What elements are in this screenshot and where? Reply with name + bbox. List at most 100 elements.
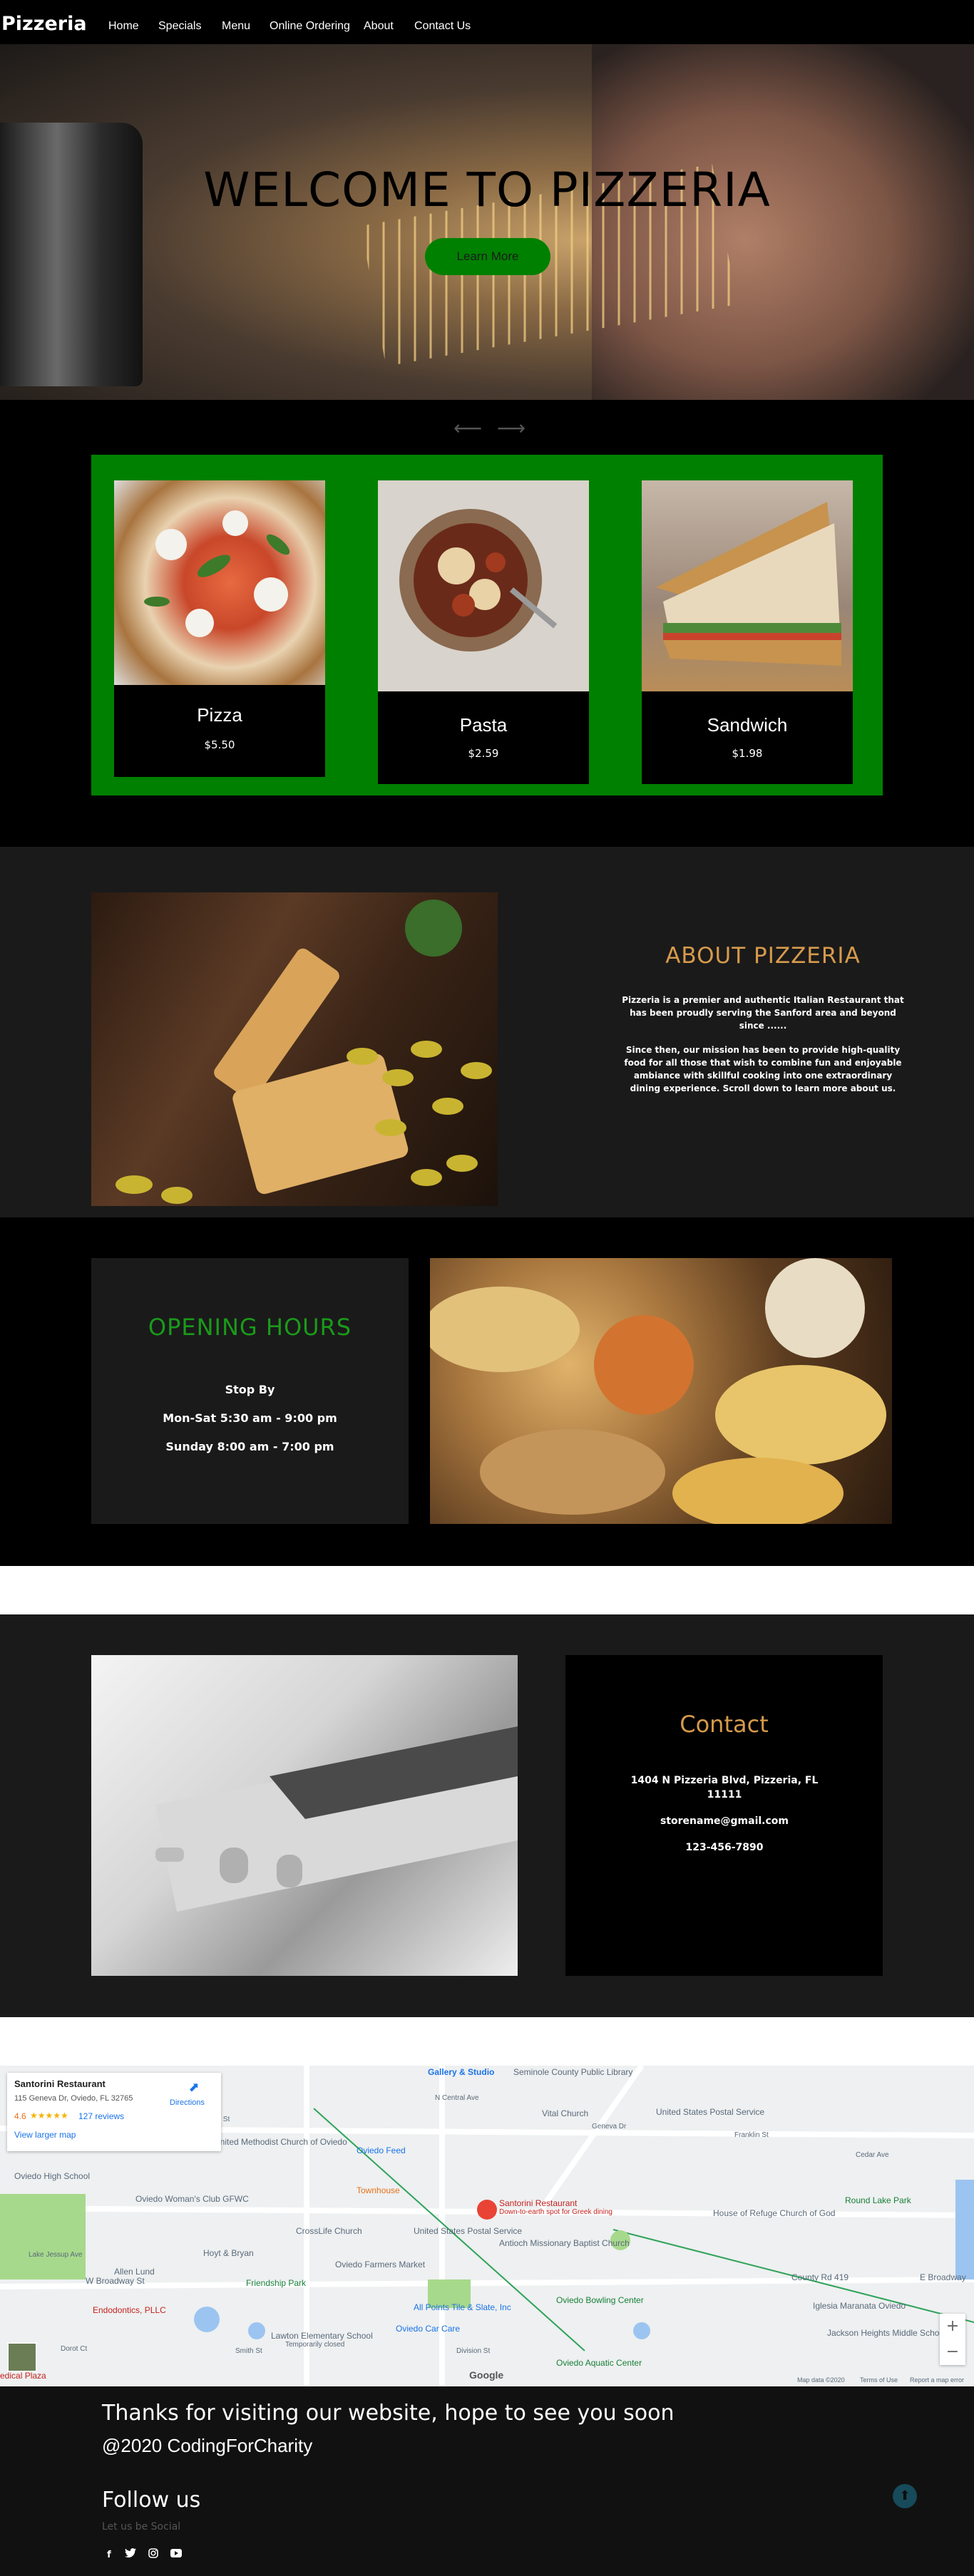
twitter-icon[interactable] xyxy=(123,2548,138,2562)
product-price: $2.59 xyxy=(468,747,499,760)
pizza-toppings-icon xyxy=(144,510,290,637)
social-subtitle: Let us be Social xyxy=(102,2521,181,2533)
about-paragraph-1: Pizzeria is a premier and authentic Ital… xyxy=(622,995,904,1031)
map-label: N Central Ave xyxy=(435,2094,479,2102)
map-label: Oviedo Woman's Club GFWC xyxy=(135,2194,249,2204)
instagram-icon[interactable] xyxy=(146,2548,160,2562)
map-label: Oviedo Aquatic Center xyxy=(556,2358,642,2368)
map-label: Franklin St xyxy=(734,2131,769,2139)
about-paragraph-2: Since then, our mission has been to prov… xyxy=(624,1045,902,1093)
phone-image xyxy=(91,1655,518,1976)
place-rating: 4.6 xyxy=(14,2111,26,2121)
product-card-sandwich[interactable]: Sandwich $1.98 xyxy=(642,480,853,784)
contact-title: Contact xyxy=(680,1711,769,1738)
place-reviews-link[interactable]: 127 reviews xyxy=(78,2111,124,2121)
map-label: Jackson Heights Middle School xyxy=(827,2328,946,2338)
map-label: United States Postal Service xyxy=(414,2226,523,2236)
contact-address: 1404 N Pizzeria Blvd, Pizzeria, FL 11111 xyxy=(630,1775,819,1800)
map-label: Iglesia Maranata Oviedo xyxy=(813,2301,906,2311)
sandwich-icon xyxy=(656,502,841,666)
footer-copyright: @2020 CodingForCharity xyxy=(102,2435,313,2456)
nav-menu[interactable]: Menu xyxy=(222,20,250,33)
map-label: Seminole County Public Library xyxy=(513,2067,633,2077)
map-label: Oviedo Farmers Market xyxy=(335,2260,426,2270)
map-place-card: Santorini Restaurant 115 Geneva Dr, Ovie… xyxy=(7,2073,221,2151)
follow-us-title: Follow us xyxy=(102,2488,201,2513)
sandwich-image xyxy=(642,480,853,691)
nav-about[interactable]: About xyxy=(364,20,394,33)
map-label: United States Postal Service xyxy=(656,2107,765,2117)
top-navbar: Pizzeria Home Specials Menu Online Order… xyxy=(0,0,974,44)
place-address: 115 Geneva Dr, Oviedo, FL 32765 xyxy=(14,2094,133,2103)
map-label: Hoyt & Bryan xyxy=(203,2248,254,2258)
star-rating-icon: ★★★★★ xyxy=(30,2111,68,2121)
directions-link[interactable]: Directions xyxy=(170,2098,205,2107)
map-label: Townhouse xyxy=(357,2185,400,2195)
zoom-out-button[interactable]: − xyxy=(940,2339,965,2365)
youtube-icon[interactable] xyxy=(169,2548,183,2562)
contact-email[interactable]: storename@gmail.com xyxy=(627,1814,821,1828)
hours-sunday: Sunday 8:00 am - 7:00 pm xyxy=(165,1440,334,1453)
hours-stop-by: Stop By xyxy=(225,1383,275,1396)
map-label: Antioch Missionary Baptist Church xyxy=(499,2238,630,2248)
pasta-bowl-icon xyxy=(399,509,558,651)
satellite-toggle[interactable] xyxy=(7,2342,37,2372)
nav-home[interactable]: Home xyxy=(108,20,139,33)
pasta-board-image xyxy=(91,892,498,1206)
map-label: Oviedo Feed xyxy=(357,2145,406,2155)
brand-logo[interactable]: Pizzeria xyxy=(1,13,87,35)
map-report-error[interactable]: Report a map error xyxy=(910,2376,964,2384)
product-card-pasta[interactable]: Pasta $2.59 xyxy=(378,480,589,784)
pasta-image xyxy=(378,480,589,691)
hours-title: OPENING HOURS xyxy=(148,1314,352,1341)
arrow-up-icon[interactable]: ⬆ xyxy=(893,2484,917,2508)
map-label: W Broadway St xyxy=(86,2276,145,2286)
arrow-left-icon[interactable]: ⟵ xyxy=(453,416,482,440)
map-label: Oviedo Car Care xyxy=(396,2324,461,2334)
facebook-icon[interactable]: f xyxy=(102,2548,116,2562)
product-name: Sandwich xyxy=(707,714,788,736)
about-title: ABOUT PIZZERIA xyxy=(665,943,861,969)
zoom-in-button[interactable]: + xyxy=(940,2314,965,2339)
map-zoom-control: + − xyxy=(940,2314,965,2365)
map-label: Geneva Dr xyxy=(592,2123,627,2131)
map-label: All Points Tile & Slate, Inc xyxy=(414,2302,511,2312)
hours-weekday: Mon-Sat 5:30 am - 9:00 pm xyxy=(163,1411,337,1425)
product-price: $5.50 xyxy=(204,738,235,751)
map-label: Endodontics, PLLC xyxy=(93,2305,166,2315)
nav-specials[interactable]: Specials xyxy=(158,20,201,33)
map-data: Map data ©2020 xyxy=(797,2376,845,2384)
product-name: Pasta xyxy=(459,714,508,736)
map-label: edical Plaza xyxy=(0,2371,46,2381)
map-label: Lawton Elementary School xyxy=(271,2331,373,2341)
footer-thanks: Thanks for visiting our website, hope to… xyxy=(102,2401,675,2426)
nav-contact-us[interactable]: Contact Us xyxy=(414,20,471,33)
hero-title: WELCOME TO PIZZERIA xyxy=(203,163,771,217)
google-logo: Google xyxy=(469,2369,504,2381)
map-label: Gallery & Studio xyxy=(428,2067,495,2077)
map-label: Temporarily closed xyxy=(285,2341,345,2349)
view-larger-map-link[interactable]: View larger map xyxy=(14,2130,76,2140)
map-label: Smith St xyxy=(235,2347,262,2355)
product-card-pizza[interactable]: Pizza $5.50 xyxy=(114,480,325,777)
map-label: Friendship Park xyxy=(246,2278,307,2288)
contact-phone[interactable]: 123-456-7890 xyxy=(627,1840,821,1855)
pasta-bags-image xyxy=(430,1258,892,1524)
map-label: E Broadway xyxy=(920,2272,966,2282)
map-label: Lake Jessup Ave xyxy=(29,2251,83,2259)
pasta-assortment-icon xyxy=(430,1258,886,1524)
map-label: Oviedo High School xyxy=(14,2171,91,2181)
directions-icon[interactable]: ⬈ xyxy=(187,2080,201,2095)
map-label: Vital Church xyxy=(542,2108,589,2118)
gnocchi-board-icon xyxy=(116,900,492,1204)
nav-online-ordering[interactable]: Online Ordering xyxy=(270,20,350,33)
map-label: Dorot Ct xyxy=(61,2345,88,2353)
map-label: Santorini Restaurant xyxy=(499,2198,578,2208)
hero-banner: WELCOME TO PIZZERIA Learn More xyxy=(0,44,974,400)
divider-band xyxy=(0,2017,974,2066)
map-label: United Methodist Church of Oviedo xyxy=(214,2137,347,2147)
map-terms[interactable]: Terms of Use xyxy=(860,2376,898,2384)
place-name: Santorini Restaurant xyxy=(14,2078,106,2089)
learn-more-button[interactable]: Learn More xyxy=(425,238,550,275)
arrow-right-icon[interactable]: ⟶ xyxy=(497,416,526,440)
